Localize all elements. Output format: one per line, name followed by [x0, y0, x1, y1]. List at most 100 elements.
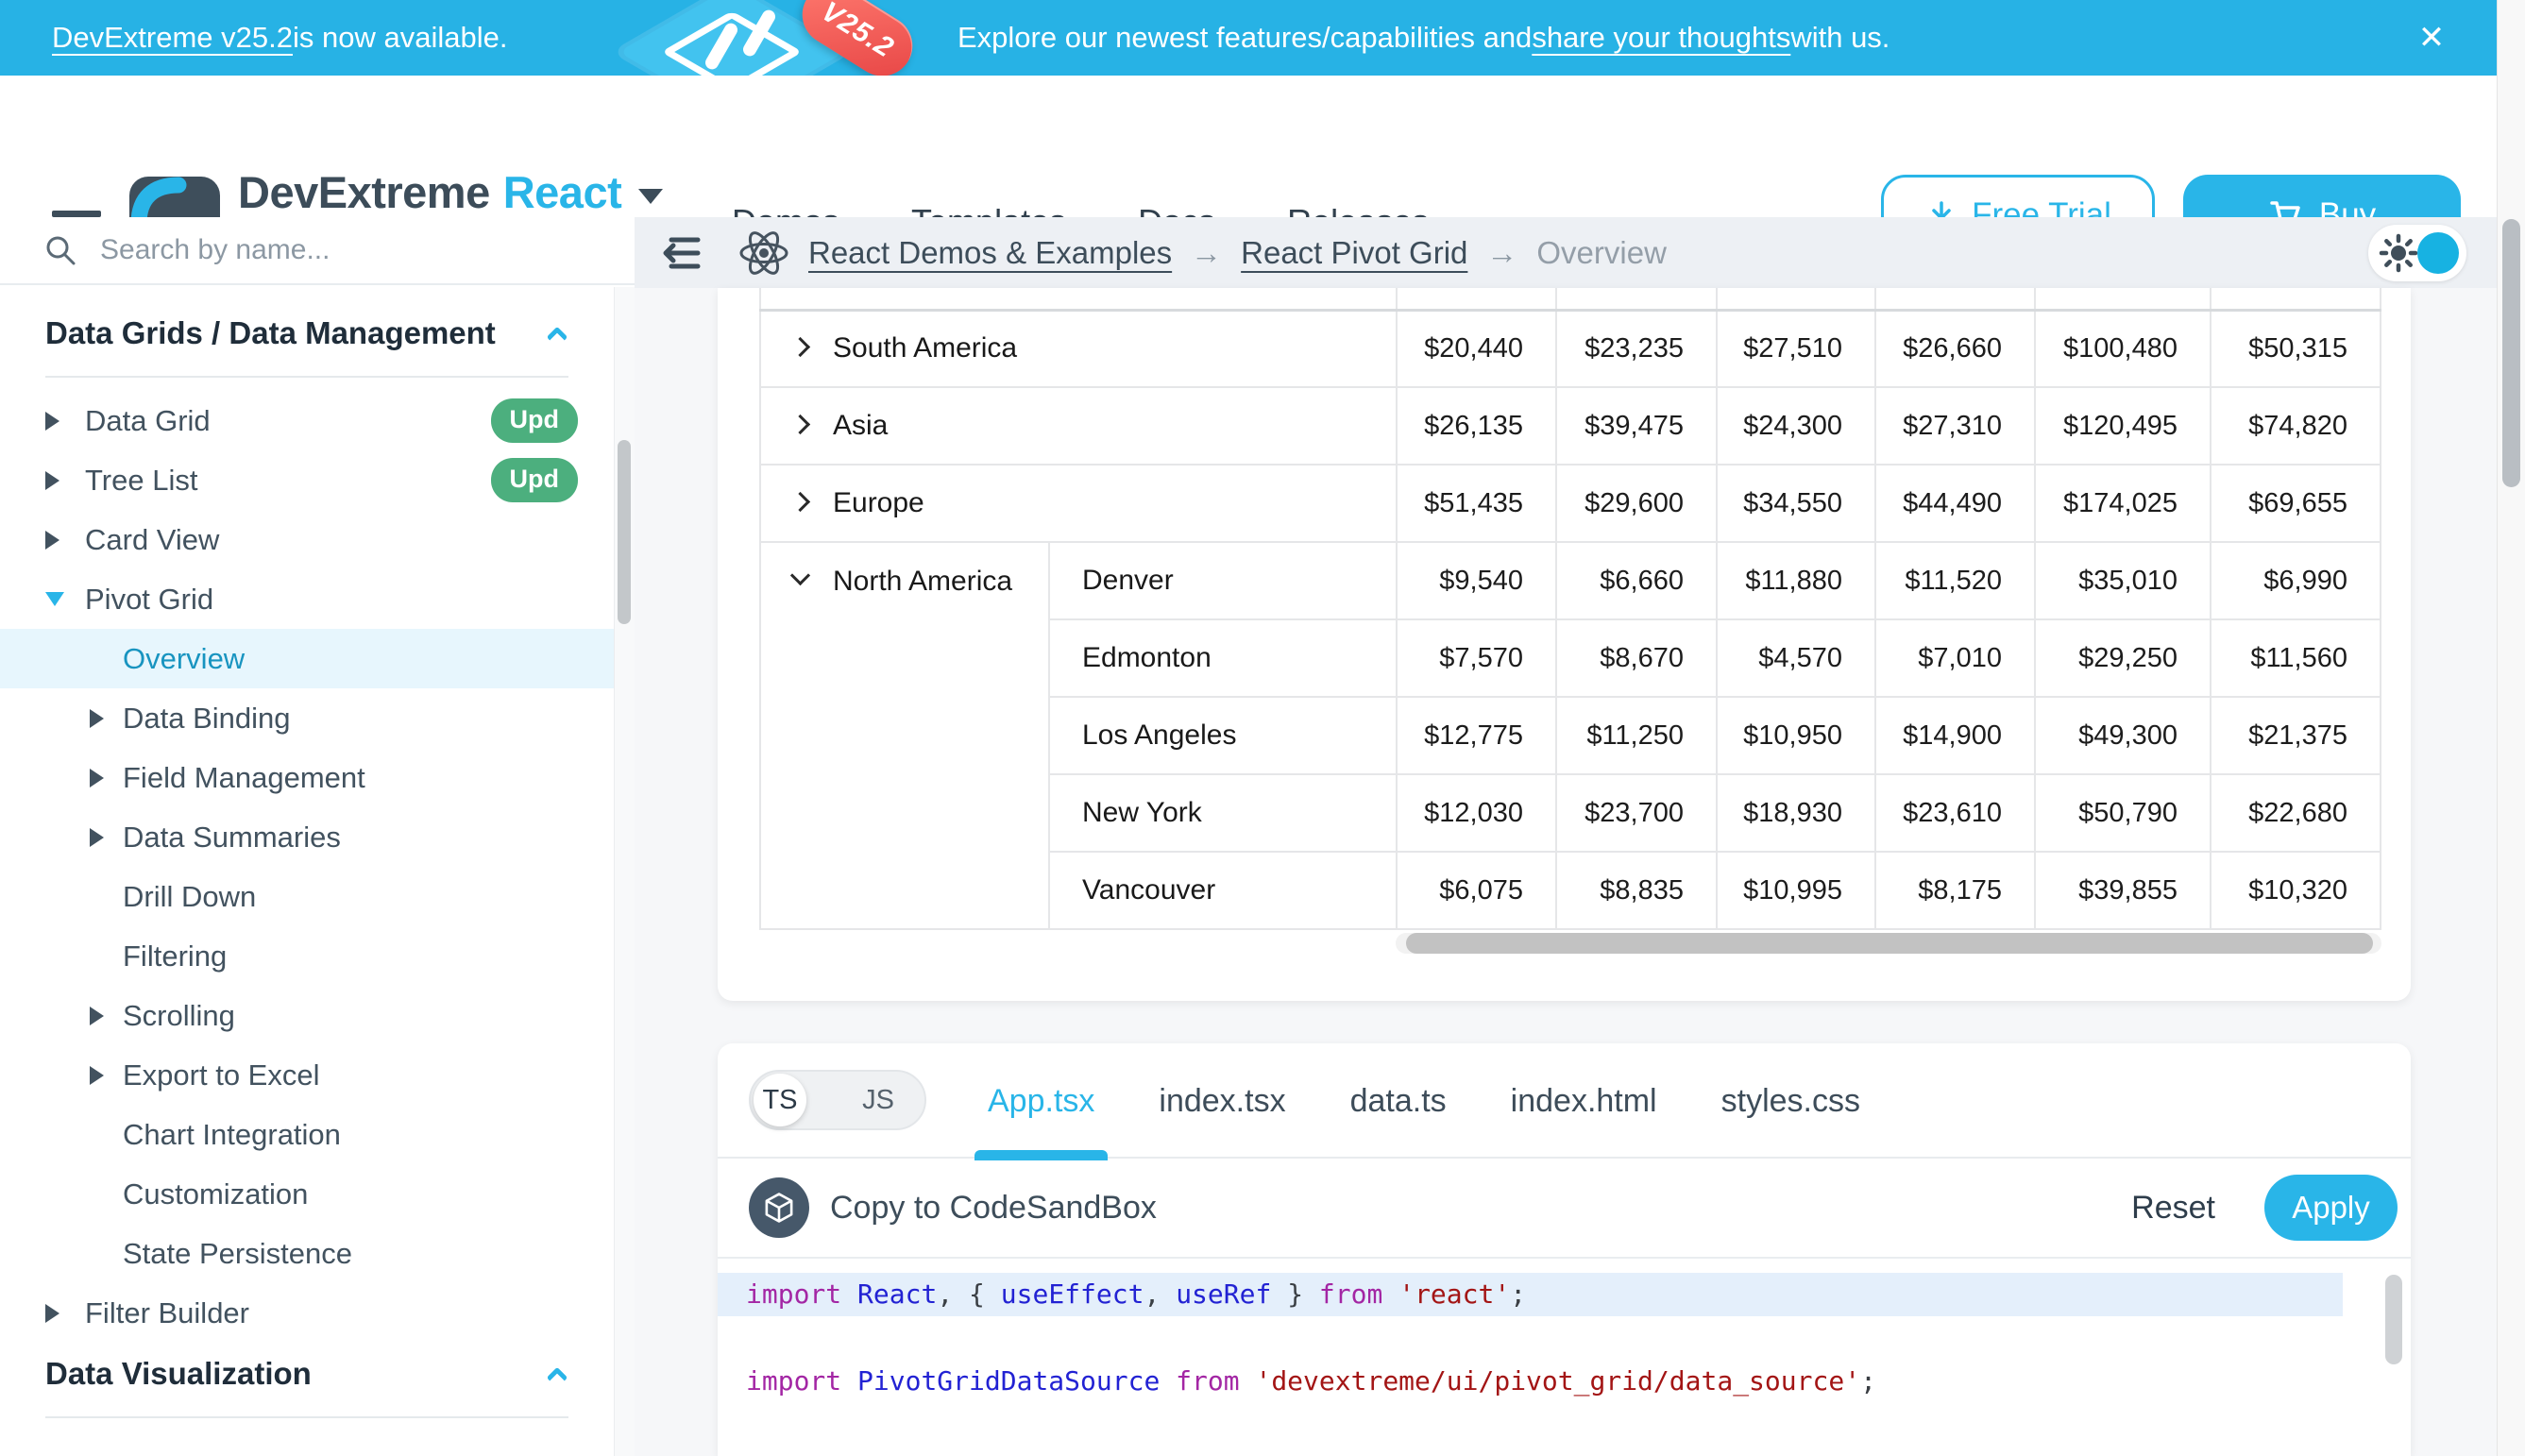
pivot-row-header-los-angeles[interactable]: Los Angeles [1049, 697, 1397, 774]
table-row: North AmericaDenver$9,540$6,660$11,880$1… [760, 542, 2381, 619]
pivot-value-cell: $10,320 [2211, 852, 2381, 929]
breadcrumb-separator: → [1486, 235, 1517, 271]
code-token [1160, 1365, 1176, 1397]
breadcrumb-link-demos[interactable]: React Demos & Examples [808, 235, 1172, 271]
pivot-value-cell: $39,855 [2035, 852, 2211, 929]
sidebar: Data Grids / Data Management Data GridUpd… [0, 217, 635, 1456]
pivot-value-cell: $50,315 [2211, 310, 2381, 387]
tab-data-ts[interactable]: data.ts [1350, 1043, 1447, 1159]
pivot-value-cell: $50,790 [2035, 774, 2211, 852]
code-token: , { [937, 1452, 985, 1456]
sidebar-item-overview[interactable]: Overview [0, 629, 614, 688]
sidebar-section-label: Data Grids / Data Management [45, 315, 550, 351]
row-label: North America [833, 566, 1012, 597]
pivot-value-cell: $8,670 [1556, 619, 1717, 697]
row-label: South America [833, 332, 1017, 364]
pivot-row-header-new-york[interactable]: New York [1049, 774, 1397, 852]
sidebar-scrollbar-thumb[interactable] [618, 440, 631, 624]
tab-index-html[interactable]: index.html [1511, 1043, 1657, 1159]
breadcrumb-current: Overview [1536, 235, 1667, 271]
sidebar-item-chart-integration[interactable]: Chart Integration [0, 1105, 614, 1164]
tab-styles-css[interactable]: styles.css [1721, 1043, 1860, 1159]
close-icon[interactable]: ✕ [2403, 0, 2460, 76]
sidebar-item-state-persistence[interactable]: State Persistence [0, 1224, 614, 1283]
theme-toggle[interactable] [2368, 225, 2466, 281]
triangle-right-icon [90, 709, 123, 728]
code-file-tabs: App.tsx index.tsx data.ts index.html styles.… [988, 1043, 1860, 1159]
tab-app-tsx[interactable]: App.tsx [988, 1043, 1094, 1159]
divider [45, 1416, 568, 1418]
sidebar-item-label: Pivot Grid [85, 583, 213, 617]
pivot-row-header-south-america[interactable]: South America [760, 310, 1397, 387]
sidebar-nav: Data Grids / Data Management Data GridUpd… [0, 287, 614, 1456]
sidebar-item-tree-list[interactable]: Tree ListUpd [0, 450, 614, 510]
sidebar-item-card-view[interactable]: Card View [0, 510, 614, 569]
code-token [841, 1278, 857, 1310]
copy-to-codesandbox-button[interactable]: Copy to CodeSandBox [830, 1190, 1157, 1227]
language-option-js[interactable]: JS [845, 1072, 911, 1128]
tab-index-tsx[interactable]: index.tsx [1159, 1043, 1285, 1159]
sidebar-item-label: Data Summaries [123, 821, 341, 855]
pivot-row-header-vancouver[interactable]: Vancouver [1049, 852, 1397, 929]
pivot-value-cell: $27,310 [1875, 387, 2035, 465]
code-line: import PivotGridDataSource from 'devextr… [718, 1360, 2411, 1403]
code-token: import [746, 1365, 841, 1397]
pivot-horizontal-scrollbar-thumb[interactable] [1406, 933, 2373, 954]
pivot-value-cell: $34,550 [1717, 465, 1875, 542]
row-label: Asia [833, 410, 888, 441]
sidebar-item-data-binding[interactable]: Data Binding [0, 688, 614, 748]
pivot-header-cell [2211, 288, 2381, 310]
breadcrumb-separator: → [1191, 235, 1222, 271]
pivot-row-header-denver[interactable]: Denver [1049, 542, 1397, 619]
pivot-value-cell: $7,010 [1875, 619, 2035, 697]
reset-button[interactable]: Reset [2131, 1190, 2215, 1227]
codesandbox-icon[interactable] [749, 1177, 809, 1238]
chevron-down-icon[interactable] [790, 566, 810, 585]
code-line [718, 1403, 2411, 1447]
apply-button[interactable]: Apply [2264, 1175, 2398, 1241]
language-option-ts[interactable]: TS [754, 1072, 806, 1128]
sidebar-item-export-to-excel[interactable]: Export to Excel [0, 1045, 614, 1105]
sidebar-item-scrolling[interactable]: Scrolling [0, 986, 614, 1045]
sun-icon [2378, 232, 2419, 274]
pivot-value-cell: $11,250 [1556, 697, 1717, 774]
pivot-horizontal-scrollbar [1396, 933, 2381, 954]
breadcrumb-link-pivot-grid[interactable]: React Pivot Grid [1241, 235, 1467, 271]
pivot-value-cell: $23,700 [1556, 774, 1717, 852]
code-scrollbar-thumb[interactable] [2385, 1275, 2402, 1364]
language-toggle[interactable]: TS JS [749, 1070, 926, 1130]
chevron-right-icon[interactable] [790, 337, 810, 357]
sidebar-item-data-grid[interactable]: Data GridUpd [0, 391, 614, 450]
page-scrollbar-thumb[interactable] [2502, 219, 2520, 487]
pivot-value-cell: $27,510 [1717, 310, 1875, 387]
code-token: 'devextreme/ui/pivot_grid/data_source' [1255, 1365, 1860, 1397]
code-token: import [746, 1452, 841, 1456]
sidebar-item-pivot-grid[interactable]: Pivot Grid [0, 569, 614, 629]
sidebar-item-data-summaries[interactable]: Data Summaries [0, 807, 614, 867]
brand-title[interactable]: DevExtremeReact [238, 166, 663, 218]
pivot-row-header-asia[interactable]: Asia [760, 387, 1397, 465]
triangle-right-icon [90, 828, 123, 847]
pivot-value-cell: $26,660 [1875, 310, 2035, 387]
collapse-sidebar-icon[interactable] [657, 231, 704, 275]
pivot-row-header-north-america[interactable]: North America [760, 542, 1049, 929]
sidebar-item-drill-down[interactable]: Drill Down [0, 867, 614, 926]
page-scrollbar [2497, 0, 2525, 1456]
share-thoughts-link[interactable]: share your thoughts [1532, 21, 1790, 55]
sidebar-section-data-grids-data-management[interactable]: Data Grids / Data Management [0, 302, 614, 364]
sidebar-item-field-management[interactable]: Field Management [0, 748, 614, 807]
sidebar-item-filter-builder[interactable]: Filter Builder [0, 1283, 614, 1343]
chevron-right-icon[interactable] [790, 415, 810, 434]
chevron-right-icon[interactable] [790, 492, 810, 512]
pivot-value-cell: $7,570 [1397, 619, 1556, 697]
version-link[interactable]: DevExtreme v25.2 [52, 21, 293, 55]
triangle-down-icon [45, 592, 85, 606]
pivot-row-header-edmonton[interactable]: Edmonton [1049, 619, 1397, 697]
pivot-header-cell [1556, 288, 1717, 310]
search-input[interactable] [100, 234, 516, 266]
framework-selector[interactable]: React [503, 167, 622, 217]
pivot-row-header-europe[interactable]: Europe [760, 465, 1397, 542]
sidebar-item-customization[interactable]: Customization [0, 1164, 614, 1224]
sidebar-item-filtering[interactable]: Filtering [0, 926, 614, 986]
sidebar-section-data-visualization[interactable]: Data Visualization [0, 1343, 614, 1405]
